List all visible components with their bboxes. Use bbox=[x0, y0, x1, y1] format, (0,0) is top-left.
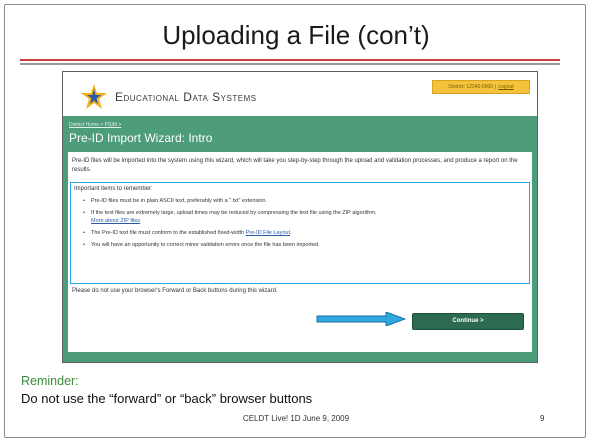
logout-link[interactable]: Logout bbox=[498, 84, 513, 90]
title-divider-red bbox=[20, 59, 560, 61]
continue-button[interactable]: Continue > bbox=[412, 313, 524, 330]
list-item: The Pre-ID text file must conform to the… bbox=[83, 229, 521, 237]
important-items-box: Important items to remember: Pre-ID file… bbox=[70, 182, 530, 284]
list-item: If the text files are extremely large, u… bbox=[83, 209, 521, 225]
zip-info-link[interactable]: More about ZIP files bbox=[91, 218, 140, 224]
list-item: You will have an opportunity to correct … bbox=[83, 241, 521, 249]
page-heading: Pre-ID Import Wizard: Intro bbox=[69, 131, 213, 145]
intro-text: Pre-ID files will be imported into the s… bbox=[72, 158, 518, 173]
important-items-list: Pre-ID files must be in plain ASCII text… bbox=[83, 197, 521, 253]
page-number: 9 bbox=[540, 414, 545, 423]
user-info-box: District: 12345-0000 | Logout bbox=[432, 80, 530, 94]
app-header: Educational Data Systems District: 12345… bbox=[63, 72, 537, 116]
slide-title: Uploading a File (con’t) bbox=[162, 20, 430, 50]
content-panel: Pre-ID files will be imported into the s… bbox=[68, 152, 532, 352]
file-layout-link[interactable]: Pre-ID File Layout bbox=[246, 230, 290, 236]
important-heading: Important items to remember: bbox=[74, 186, 153, 192]
star-logo-icon bbox=[81, 84, 107, 109]
breadcrumb[interactable]: District Home > PSIM > bbox=[69, 122, 121, 128]
reminder-heading: Reminder: bbox=[21, 374, 79, 388]
district-info: District: 12345-0000 bbox=[448, 84, 494, 90]
app-screenshot: Educational Data Systems District: 12345… bbox=[62, 71, 538, 363]
list-item: Pre-ID files must be in plain ASCII text… bbox=[83, 197, 521, 205]
title-divider-gray bbox=[20, 63, 560, 65]
warning-text: Please do not use your browser's Forward… bbox=[72, 288, 278, 294]
slide-footer: CELDT Live! 1D June 9, 2009 bbox=[242, 414, 350, 423]
app-logo-text: Educational Data Systems bbox=[115, 90, 257, 104]
reminder-text: Do not use the “forward” or “back” brows… bbox=[21, 391, 313, 406]
arrow-right-icon bbox=[316, 312, 406, 326]
